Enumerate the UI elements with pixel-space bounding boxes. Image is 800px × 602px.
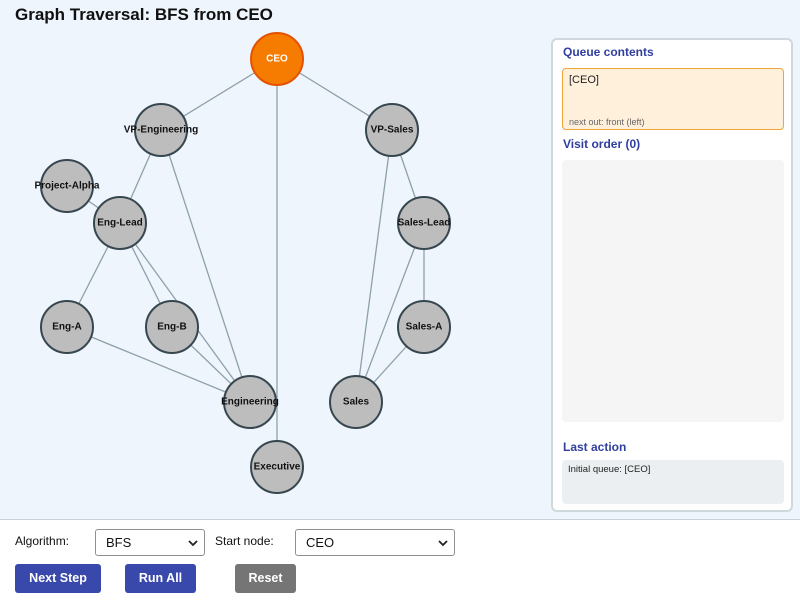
graph-canvas: CEO VP-Engineering VP-Sales Project-Alpha En… (34, 32, 451, 494)
node-label: Eng-A (52, 322, 81, 333)
graph-node-engineering[interactable]: Engineering (221, 375, 279, 429)
graph-node-eng-b[interactable]: Eng-B (145, 300, 199, 354)
algorithm-select[interactable]: BFS (95, 529, 205, 556)
run-all-button[interactable]: Run All (125, 564, 196, 593)
reset-button[interactable]: Reset (235, 564, 296, 593)
start-node-select[interactable]: CEO (295, 529, 455, 556)
node-label: Sales-A (406, 322, 443, 333)
edge-vp-sales-sales (355, 129, 393, 403)
algorithm-select-value: BFS (106, 535, 132, 550)
visit-order-list (562, 160, 784, 422)
node-label: VP-Sales (371, 125, 414, 136)
queue-box: [CEO] next out: front (left) (562, 68, 784, 130)
queue-value: [CEO] (569, 74, 599, 86)
node-label: Sales (343, 397, 370, 408)
node-label: VP-Engineering (124, 125, 198, 136)
chevron-down-icon (188, 540, 198, 547)
start-node-label: Start node: (215, 534, 274, 548)
node-label: Executive (254, 462, 301, 473)
node-label: Engineering (221, 397, 279, 408)
graph-node-sales-a[interactable]: Sales-A (397, 300, 451, 354)
edge-vp-engineering-engineering (160, 129, 251, 403)
node-label: Sales-Lead (398, 218, 451, 229)
graph-node-sales[interactable]: Sales (329, 375, 383, 429)
start-node-select-value: CEO (306, 535, 335, 550)
algorithm-label: Algorithm: (15, 534, 70, 548)
queue-hint: next out: front (left) (569, 117, 645, 127)
next-step-button[interactable]: Next Step (15, 564, 101, 593)
graph-node-vp-sales[interactable]: VP-Sales (365, 103, 419, 157)
node-label: Project-Alpha (34, 181, 99, 192)
graph-node-eng-lead[interactable]: Eng-Lead (93, 196, 147, 250)
graph-node-project-alpha[interactable]: Project-Alpha (34, 159, 100, 213)
graph-node-sales-lead[interactable]: Sales-Lead (397, 196, 451, 250)
chevron-down-icon (438, 540, 448, 547)
node-label: Eng-Lead (97, 218, 143, 229)
graph-node-executive[interactable]: Executive (250, 440, 304, 494)
last-action-box: Initial queue: [CEO] (562, 460, 784, 504)
side-panel: Queue contents [CEO] next out: front (le… (551, 38, 793, 512)
graph-node-eng-a[interactable]: Eng-A (40, 300, 94, 354)
visit-order-heading: Visit order (0) (563, 137, 641, 151)
last-action-text: Initial queue: [CEO] (568, 464, 651, 475)
last-action-heading: Last action (563, 440, 627, 454)
node-label: Eng-B (157, 322, 186, 333)
node-label: CEO (266, 54, 288, 65)
queue-heading: Queue contents (563, 45, 654, 59)
graph-node-ceo[interactable]: CEO (250, 32, 304, 86)
graph-node-vp-engineering[interactable]: VP-Engineering (124, 103, 198, 157)
